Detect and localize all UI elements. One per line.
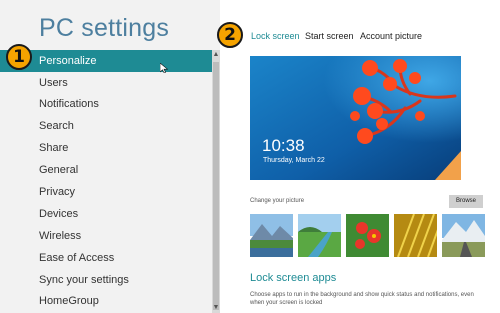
sidebar-item-wireless[interactable]: Wireless: [0, 225, 212, 247]
scroll-up-icon[interactable]: ▲: [212, 50, 220, 60]
sidebar-item-users[interactable]: Users: [0, 72, 212, 94]
sidebar-item-ease-of-access[interactable]: Ease of Access: [0, 247, 212, 269]
scroll-thumb[interactable]: [213, 62, 219, 310]
mouse-cursor-icon: [160, 63, 168, 73]
tab-lock-screen[interactable]: Lock screen: [251, 31, 300, 41]
tab-account-picture[interactable]: Account picture: [360, 31, 422, 41]
preview-date: Thursday, March 22: [263, 157, 325, 164]
picture-thumbnail[interactable]: [442, 214, 485, 257]
mountain-road-thumbnail-icon: [442, 214, 485, 257]
flower-thumbnail-icon: [346, 214, 389, 257]
mountain-lake-thumbnail-icon: [250, 214, 293, 257]
step-badge-1: 1: [6, 44, 32, 70]
lock-screen-apps-heading: Lock screen apps: [250, 272, 337, 284]
tab-start-screen[interactable]: Start screen: [305, 31, 354, 41]
sidebar-item-privacy[interactable]: Privacy: [0, 181, 212, 203]
sidebar-item-sync[interactable]: Sync your settings: [0, 269, 212, 291]
picture-thumbnail[interactable]: [250, 214, 293, 257]
change-picture-label: Change your picture: [250, 198, 305, 204]
sidebar-item-homegroup[interactable]: HomeGroup: [0, 290, 212, 312]
preview-time: 10:38: [262, 136, 305, 155]
sidebar-item-devices[interactable]: Devices: [0, 203, 212, 225]
nav-scrollbar[interactable]: ▲ ▼: [212, 50, 220, 313]
sidebar-item-notifications[interactable]: Notifications: [0, 93, 212, 115]
nav-pane: PC settings Personalize Users Notificati…: [0, 0, 220, 313]
scroll-down-icon[interactable]: ▼: [212, 303, 220, 313]
picture-thumbnail[interactable]: [298, 214, 341, 257]
page-title: PC settings: [39, 14, 170, 42]
step-badge-2: 2: [217, 22, 243, 48]
sidebar-item-search[interactable]: Search: [0, 115, 212, 137]
golden-grass-thumbnail-icon: [394, 214, 437, 257]
sidebar-item-share[interactable]: Share: [0, 137, 212, 159]
river-valley-thumbnail-icon: [298, 214, 341, 257]
browse-button[interactable]: Browse: [449, 195, 483, 208]
lock-screen-apps-description: Choose apps to run in the background and…: [250, 292, 474, 306]
picture-thumbnail[interactable]: [346, 214, 389, 257]
sidebar-item-general[interactable]: General: [0, 159, 212, 181]
picture-thumbnail[interactable]: [394, 214, 437, 257]
sidebar-item-personalize[interactable]: Personalize: [0, 50, 212, 72]
